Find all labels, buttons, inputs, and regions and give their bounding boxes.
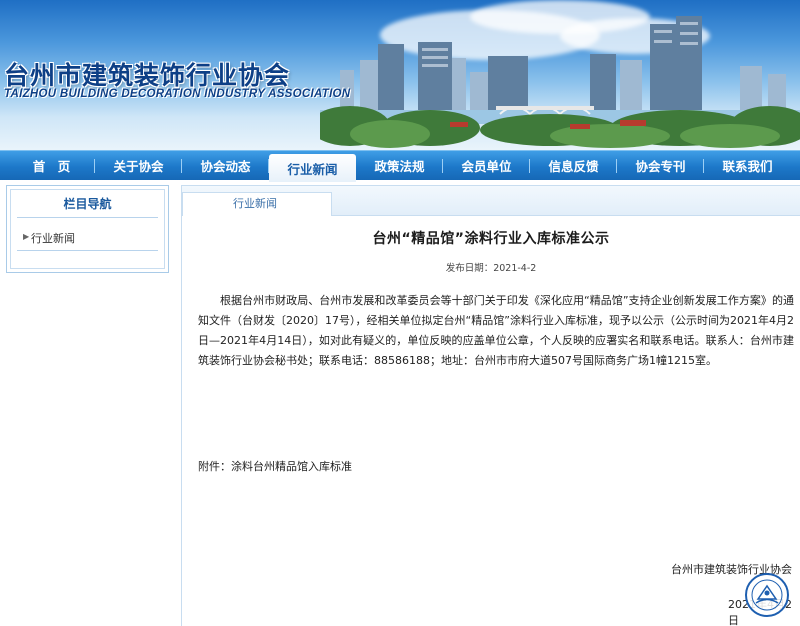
triangle-right-icon: ▶ xyxy=(23,232,30,241)
nav-item-journal[interactable]: 协会专刊 xyxy=(617,151,704,180)
content-area: 行业新闻 台州“精品馆”涂料行业入库标准公示 发布日期：2021-4-2 根据台… xyxy=(181,185,800,626)
main-nav: 首 页 关于协会 协会动态 行业新闻 政策法规 会员单位 信息反馈 协会专刊 联… xyxy=(0,150,800,182)
nav-item-industry-news[interactable]: 行业新闻 xyxy=(269,154,356,182)
site-title-cn: 台州市建筑装饰行业协会 xyxy=(4,61,291,90)
nav-item-members[interactable]: 会员单位 xyxy=(443,151,530,180)
nav-item-feedback[interactable]: 信息反馈 xyxy=(530,151,617,180)
sidebar-item-label[interactable]: 行业新闻 xyxy=(31,232,75,245)
tab-industry-news[interactable]: 行业新闻 xyxy=(182,192,332,216)
city-skyline-image xyxy=(320,16,800,148)
content-tabbar: 行业新闻 xyxy=(182,186,800,216)
publish-date: 发布日期：2021-4-2 xyxy=(445,263,537,274)
attachment-line: 附件：涂料台州精品馆入库标准 xyxy=(198,458,352,474)
article-body: 根据台州市财政局、台州市发展和改革委员会等十部门关于印发《深化应用“精品馆”支持… xyxy=(198,294,794,367)
nav-item-association-news[interactable]: 协会动态 xyxy=(182,151,269,180)
header-banner: 台州市建筑装饰行业协会 TAIZHOU BUILDING DECORATION … xyxy=(0,0,800,150)
attachment-label: 附件： xyxy=(198,460,231,473)
attachment-link[interactable]: 涂料台州精品馆入库标准 xyxy=(231,460,352,473)
nav-item-home[interactable]: 首 页 xyxy=(8,151,95,180)
sidebar: 栏目导航 ▶ 行业新闻 xyxy=(6,185,169,273)
sidebar-title: 栏目导航 xyxy=(17,190,158,218)
article-title: 台州“精品馆”涂料行业入库标准公示 xyxy=(372,231,610,247)
nav-item-contact[interactable]: 联系我们 xyxy=(704,151,791,180)
sidebar-item-industry-news[interactable]: ▶ 行业新闻 xyxy=(17,230,158,251)
nav-item-about[interactable]: 关于协会 xyxy=(95,151,182,180)
site-title-en: TAIZHOU BUILDING DECORATION INDUSTRY ASS… xyxy=(4,88,351,100)
sidebar-panel: 栏目导航 ▶ 行业新闻 xyxy=(10,189,165,269)
nav-item-policies[interactable]: 政策法规 xyxy=(356,151,443,180)
association-seal-icon xyxy=(745,573,789,617)
